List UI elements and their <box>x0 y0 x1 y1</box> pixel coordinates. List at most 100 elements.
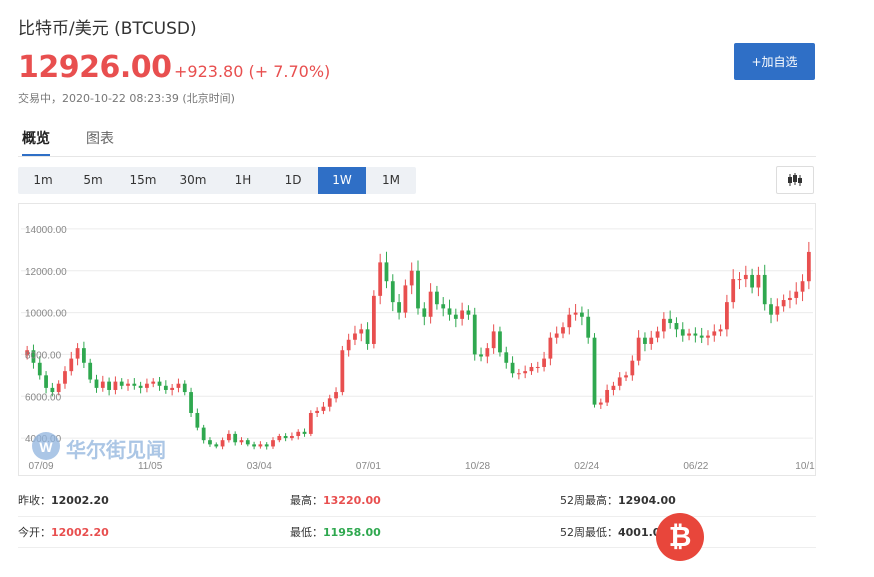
candle-body <box>113 381 118 390</box>
period-1d[interactable]: 1D <box>268 167 318 194</box>
candle-body <box>466 310 471 315</box>
candle-body <box>516 373 521 375</box>
candle-body <box>353 333 357 340</box>
candle-body <box>163 385 168 390</box>
candle-body <box>781 300 786 307</box>
period-5m[interactable]: 5m <box>68 167 118 194</box>
last-price: 12926.00 <box>18 50 172 85</box>
candle-body <box>435 291 439 305</box>
candle-body <box>132 383 137 386</box>
open-stat: 今开：12002.20 <box>18 526 109 539</box>
candle-body <box>636 337 641 361</box>
candle-body <box>88 362 93 380</box>
candle-body <box>233 433 238 443</box>
x-tick-label: 02/24 <box>574 461 599 472</box>
candle-body <box>189 392 193 413</box>
candle-body <box>321 406 326 411</box>
candle-body <box>422 308 427 317</box>
period-1mo[interactable]: 1M <box>366 167 416 194</box>
candle-body <box>119 381 124 386</box>
candle-body <box>655 331 660 338</box>
candle-body <box>567 314 572 328</box>
period-1w[interactable]: 1W <box>318 167 366 194</box>
candle-body <box>346 339 351 351</box>
candle-body <box>327 398 332 407</box>
candle-body <box>523 371 528 374</box>
tab-bar: 概览 图表 <box>18 126 816 157</box>
candle-body <box>69 358 74 372</box>
candle-body <box>176 383 181 388</box>
candle-body <box>308 412 313 434</box>
candle-body <box>693 333 698 336</box>
candle-body <box>390 281 395 303</box>
candle-body <box>214 444 219 447</box>
candle-body <box>245 440 250 445</box>
candle-body <box>554 333 559 338</box>
candle-body <box>529 366 534 372</box>
candle-body <box>504 352 509 363</box>
candle-body <box>535 366 540 368</box>
candle-body <box>226 433 231 441</box>
candle-body <box>725 302 729 330</box>
candle-body <box>283 435 288 439</box>
candle-body <box>718 329 723 332</box>
x-tick-label: 10/28 <box>465 461 490 472</box>
candle-body <box>138 385 143 388</box>
candle-body <box>277 435 282 441</box>
candle-body <box>94 379 99 388</box>
candle-body <box>586 316 591 338</box>
period-30m[interactable]: 30m <box>168 167 218 194</box>
candle-body <box>643 337 647 344</box>
candle-body <box>806 251 811 282</box>
svg-text:W: W <box>39 439 53 455</box>
candle-body <box>743 274 748 280</box>
candle-body <box>756 274 761 288</box>
candle-body <box>151 381 156 384</box>
candle-body <box>340 350 345 393</box>
high52-stat: 52周最高：12904.00 <box>560 494 676 507</box>
tab-overview[interactable]: 概览 <box>22 128 50 156</box>
candle-body <box>359 329 364 334</box>
candle-body <box>605 389 610 403</box>
period-15m[interactable]: 15m <box>118 167 168 194</box>
candle-body <box>498 331 502 353</box>
x-tick-label: 06/22 <box>683 461 708 472</box>
chart-type-button[interactable] <box>776 166 814 194</box>
candle-body <box>371 295 376 344</box>
candle-body <box>800 281 805 292</box>
period-1m[interactable]: 1m <box>18 167 68 194</box>
tab-chart[interactable]: 图表 <box>86 128 114 148</box>
candle-body <box>302 431 307 434</box>
add-watchlist-button[interactable]: +加自选 <box>734 43 815 80</box>
y-tick-label: 10000.00 <box>25 309 67 320</box>
candle-body <box>195 412 200 428</box>
candle-body <box>617 377 622 386</box>
watermark-text: 华尔街见闻 <box>66 438 166 462</box>
y-tick-label: 8000.00 <box>25 350 62 361</box>
prev-close-stat: 昨收：12002.20 <box>18 494 109 507</box>
candle-body <box>460 310 465 319</box>
candle-body <box>649 337 654 344</box>
candle-body <box>712 331 717 336</box>
candle-body <box>573 312 578 315</box>
candle-body <box>624 375 628 378</box>
candle-body <box>561 327 565 334</box>
candle-body <box>788 297 792 301</box>
candle-body <box>239 440 244 443</box>
trading-status: 交易中，2020-10-22 08:23:39 (北京时间) <box>18 92 235 105</box>
candlestick-icon <box>788 173 802 186</box>
low-stat: 最低：11958.00 <box>290 526 381 539</box>
y-tick-label: 12000.00 <box>25 267 67 278</box>
bitcoin-logo: ₿ <box>656 513 704 561</box>
candle-body <box>208 440 212 445</box>
x-tick-label: 10/1 <box>795 461 815 472</box>
candle-body <box>598 402 603 405</box>
candle-body <box>145 383 149 388</box>
candle-body <box>611 385 616 390</box>
candle-body <box>794 291 799 298</box>
candle-body <box>592 337 597 405</box>
candle-body <box>403 285 408 313</box>
candle-body <box>472 314 477 355</box>
period-1h[interactable]: 1H <box>218 167 268 194</box>
candle-body <box>397 302 401 313</box>
